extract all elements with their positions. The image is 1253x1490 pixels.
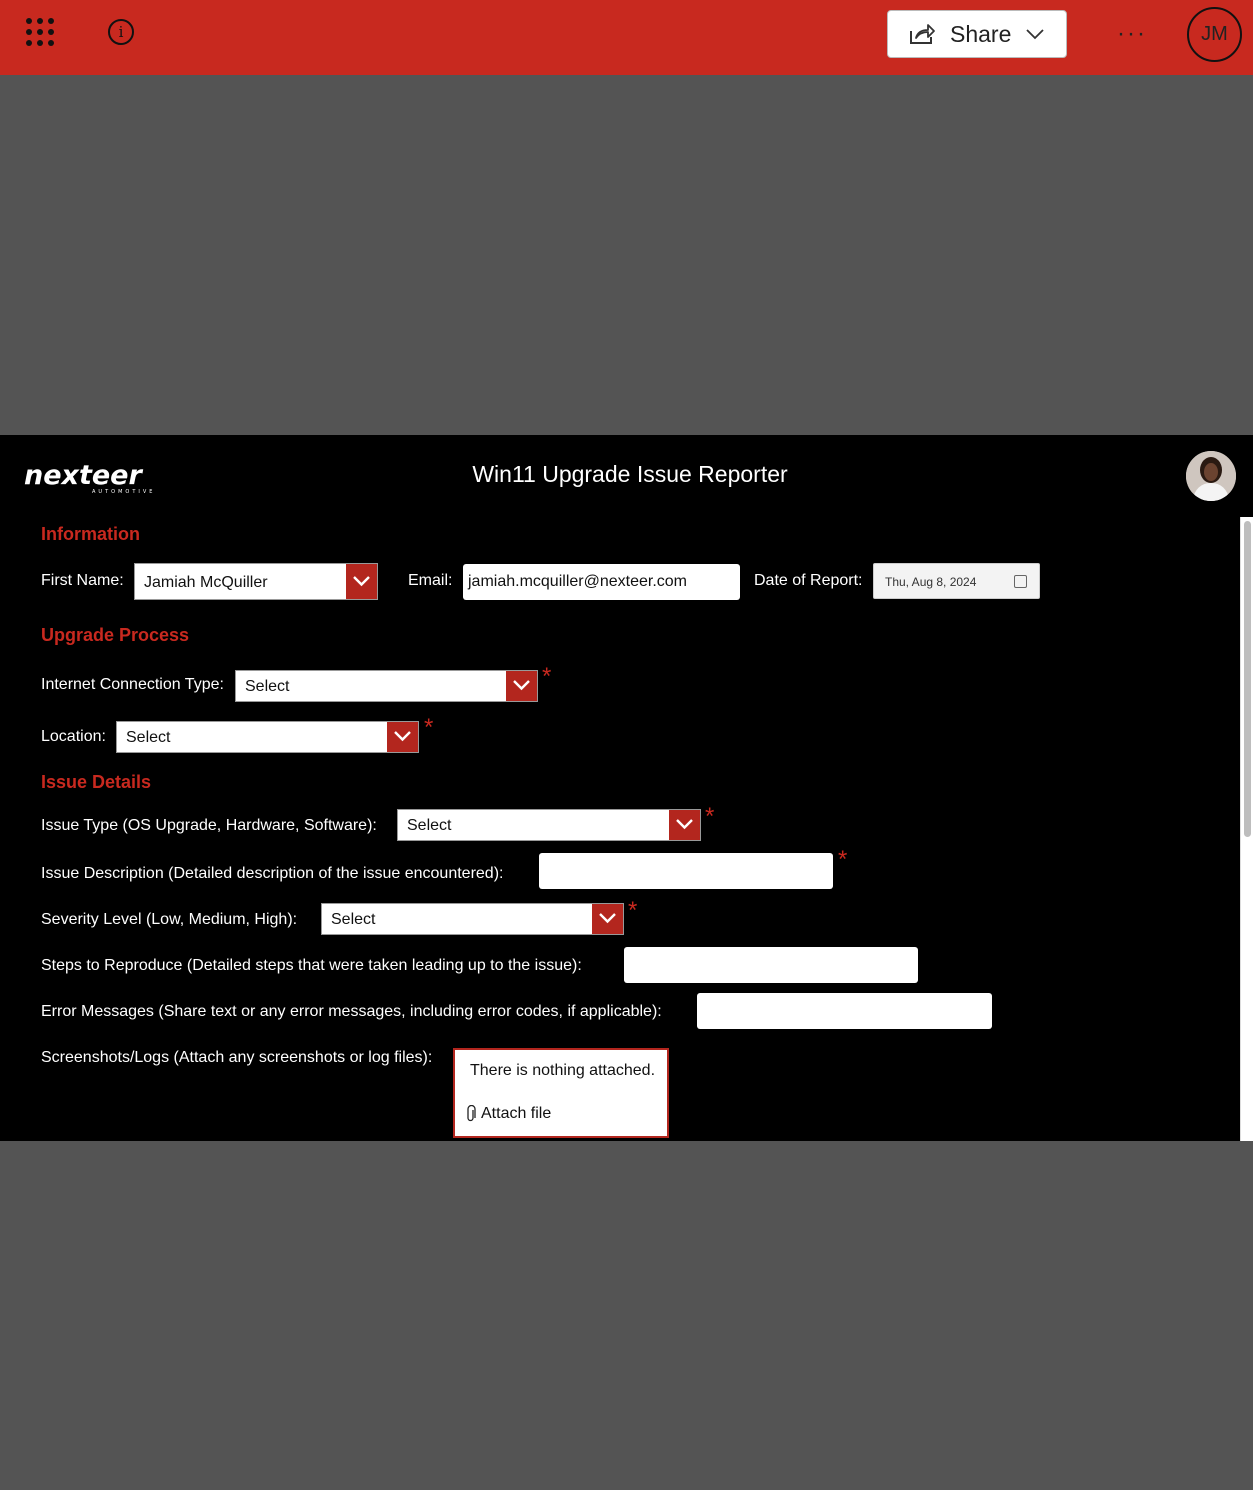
location-dropdown[interactable]: Select	[116, 721, 419, 753]
required-marker: *	[838, 846, 848, 873]
chevron-down-icon	[669, 810, 700, 840]
steps-field[interactable]	[624, 947, 918, 983]
paperclip-icon	[467, 1105, 476, 1122]
error-messages-label: Error Messages (Share text or any error …	[41, 1003, 662, 1020]
svg-text:AUTOMOTIVE: AUTOMOTIVE	[92, 489, 155, 495]
attachments-label: Screenshots/Logs (Attach any screenshots…	[41, 1049, 433, 1066]
issue-description-field[interactable]	[539, 853, 833, 889]
steps-label: Steps to Reproduce (Detailed steps that …	[41, 957, 582, 974]
required-marker: *	[705, 803, 715, 830]
severity-label: Severity Level (Low, Medium, High):	[41, 911, 298, 928]
first-name-label: First Name:	[41, 572, 124, 589]
top-bar: i Share ··· JM	[0, 0, 1253, 75]
location-value: Select	[126, 729, 171, 746]
share-label: Share	[950, 20, 1012, 47]
attach-file-button[interactable]: Attach file	[465, 1105, 551, 1123]
user-avatar[interactable]: JM	[1187, 7, 1242, 62]
chevron-down-icon	[506, 671, 537, 701]
issue-type-dropdown[interactable]: Select	[397, 809, 701, 841]
required-marker: *	[542, 663, 552, 690]
chevron-down-icon	[592, 904, 623, 934]
info-icon[interactable]: i	[108, 19, 134, 45]
issue-type-value: Select	[407, 817, 452, 834]
location-label: Location:	[41, 728, 106, 745]
issue-type-label: Issue Type (OS Upgrade, Hardware, Softwa…	[41, 817, 377, 834]
email-value: jamiah.mcquiller@nexteer.com	[468, 573, 687, 590]
error-messages-field[interactable]	[697, 993, 992, 1029]
issue-description-label: Issue Description (Detailed description …	[41, 865, 504, 882]
app-canvas: nexteer AUTOMOTIVE Win11 Upgrade Issue R…	[0, 435, 1253, 1141]
severity-dropdown[interactable]: Select	[321, 903, 624, 935]
connection-type-label: Internet Connection Type:	[41, 676, 224, 693]
first-name-value: Jamiah McQuiller	[144, 574, 268, 591]
chevron-down-icon	[1026, 29, 1045, 40]
connection-type-dropdown[interactable]: Select	[235, 670, 538, 702]
severity-value: Select	[331, 911, 376, 928]
date-label: Date of Report:	[754, 572, 863, 589]
attach-file-label: Attach file	[481, 1105, 552, 1122]
section-information: Information	[41, 524, 140, 544]
chevron-down-icon	[346, 564, 377, 599]
calendar-icon[interactable]	[1014, 575, 1027, 588]
more-options-icon[interactable]: ···	[1117, 20, 1147, 48]
date-value: Thu, Aug 8, 2024	[885, 575, 977, 589]
date-picker[interactable]: Thu, Aug 8, 2024	[873, 563, 1040, 599]
scrollbar[interactable]	[1240, 517, 1253, 1141]
email-label: Email:	[408, 572, 453, 589]
first-name-dropdown[interactable]: Jamiah McQuiller	[134, 563, 378, 600]
connection-type-value: Select	[245, 678, 290, 695]
attachments-empty-text: There is nothing attached.	[470, 1062, 656, 1079]
scrollbar-thumb[interactable]	[1244, 521, 1251, 837]
required-marker: *	[424, 714, 434, 741]
share-icon	[910, 24, 935, 44]
app-launcher-icon[interactable]	[26, 18, 54, 46]
attachments-control[interactable]: There is nothing attached. Attach file	[453, 1048, 669, 1138]
app-title: Win11 Upgrade Issue Reporter	[472, 461, 788, 487]
chevron-down-icon	[387, 722, 418, 752]
user-profile-photo	[1186, 451, 1236, 501]
section-upgrade-process: Upgrade Process	[41, 625, 190, 645]
section-issue-details: Issue Details	[41, 772, 152, 792]
share-button[interactable]: Share	[887, 10, 1067, 58]
email-field[interactable]: jamiah.mcquiller@nexteer.com	[463, 564, 740, 600]
required-marker: *	[628, 897, 638, 924]
